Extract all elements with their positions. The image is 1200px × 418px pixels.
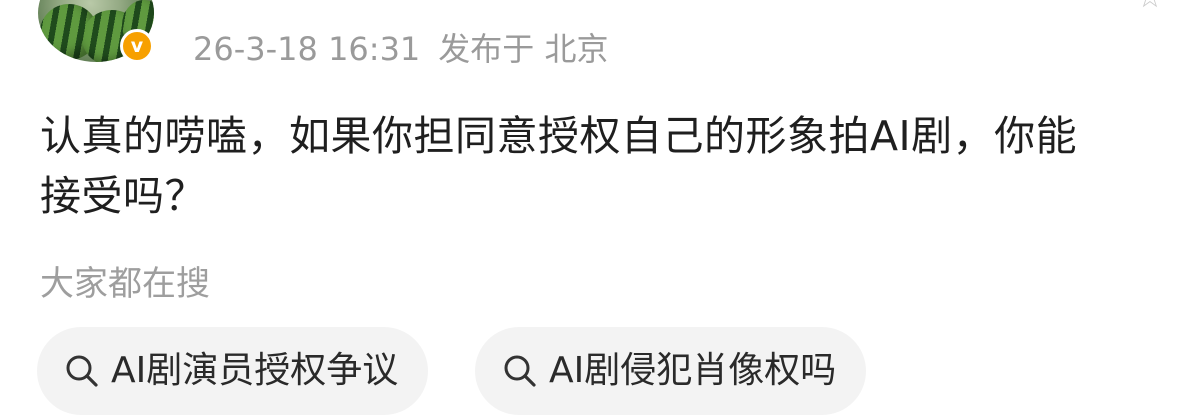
- verified-badge-icon: v: [120, 29, 154, 63]
- search-suggestion-chip[interactable]: AI剧演员授权争议: [37, 327, 429, 415]
- trending-search-title: 大家都在搜: [40, 264, 210, 304]
- username[interactable]: [190, 0, 492, 4]
- post-meta: 26-3-18 16:31 发布于 北京: [193, 28, 608, 70]
- post-location: 发布于 北京: [438, 30, 609, 68]
- search-suggestion-chip[interactable]: AI剧侵犯肖像权吗: [475, 327, 867, 415]
- search-icon: [504, 355, 536, 387]
- post-timestamp: 26-3-18 16:31: [193, 30, 421, 68]
- search-suggestion-label: AI剧侵犯肖像权吗: [549, 350, 837, 391]
- post-body-text: 认真的唠嗑，如果你担同意授权自己的形象拍AI剧，你能 接受吗？: [40, 112, 1078, 220]
- search-icon: [66, 355, 98, 387]
- favorite-star-icon[interactable]: ☆: [1130, 0, 1170, 8]
- verified-v-glyph: v: [130, 34, 144, 57]
- search-suggestion-label: AI剧演员授权争议: [111, 350, 399, 391]
